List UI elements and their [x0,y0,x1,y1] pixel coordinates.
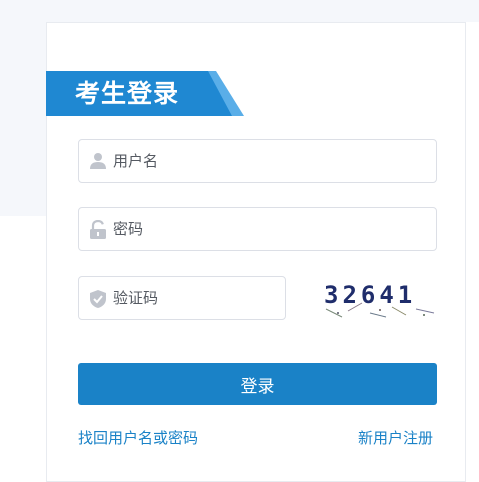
register-link[interactable]: 新用户注册 [358,427,433,448]
login-panel-title: 考生登录 [75,79,180,108]
password-input[interactable] [113,208,426,250]
user-icon [89,152,107,170]
captcha-field[interactable] [78,276,286,320]
username-input[interactable] [113,140,426,182]
page-background-top [0,0,479,22]
captcha-code: 32641 [324,281,417,309]
username-field[interactable] [78,139,437,183]
shield-check-icon [89,289,107,308]
page-background-left [0,0,46,216]
lock-icon [89,219,107,239]
recover-account-link[interactable]: 找回用户名或密码 [78,427,198,448]
captcha-input[interactable] [113,277,275,319]
login-panel-tab: 考生登录 [46,71,244,116]
password-field[interactable] [78,207,437,251]
captcha-image[interactable]: 32641 [322,279,438,319]
login-button[interactable]: 登录 [78,363,437,405]
